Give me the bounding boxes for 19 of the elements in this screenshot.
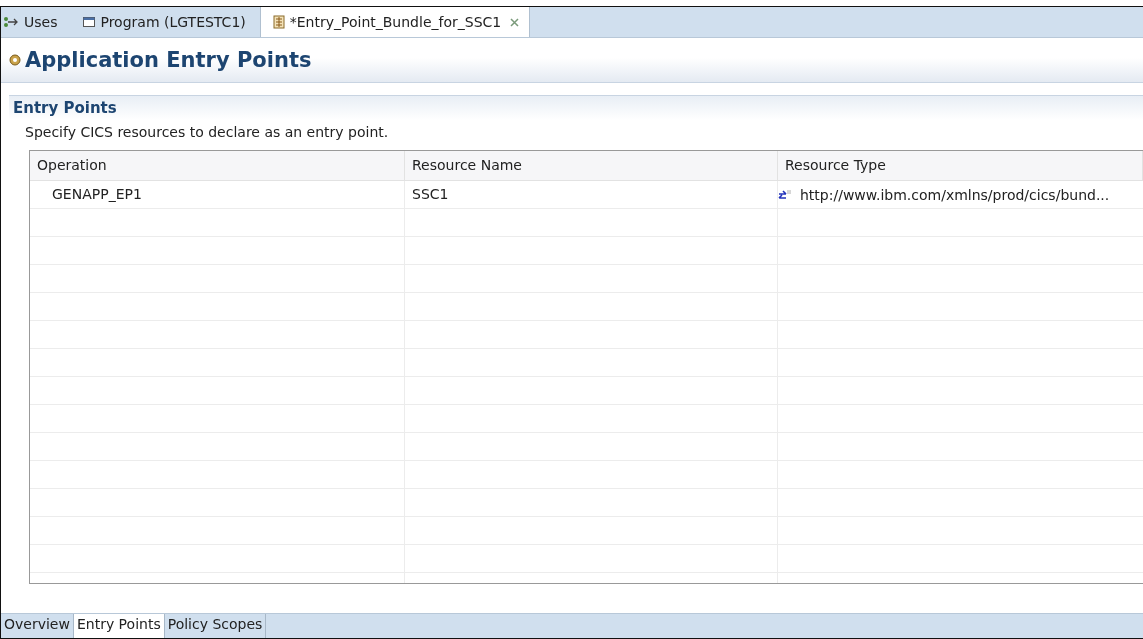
column-header[interactable]: Operation	[30, 151, 405, 180]
column-header[interactable]: Resource Type	[778, 151, 1143, 180]
section-description: Specify CICS resources to declare as an entry point.	[25, 124, 390, 140]
uses-icon	[3, 16, 19, 28]
editor-tab[interactable]: Program (LGTESTC1)	[71, 7, 260, 37]
table-cell: GENAPP_EP1	[30, 181, 405, 208]
swap-arrows-icon	[778, 188, 792, 201]
page-title: Application Entry Points	[25, 48, 312, 72]
bundle-icon	[272, 15, 285, 29]
page-tab[interactable]: Overview	[1, 614, 74, 638]
table-cell: http://www.ibm.com/xmlns/prod/cics/bund...	[800, 186, 1110, 203]
table-cell: SSC1	[405, 181, 778, 208]
section-title: Entry Points	[13, 99, 117, 117]
close-icon[interactable]	[510, 17, 520, 27]
editor-tab[interactable]: Uses	[1, 7, 72, 37]
page-tab[interactable]: Entry Points	[73, 614, 165, 638]
column-header[interactable]: Resource Name	[405, 151, 778, 180]
window-icon	[83, 17, 96, 27]
editor-tab[interactable]: *Entry_Point_Bundle_for_SSC1	[259, 7, 531, 37]
